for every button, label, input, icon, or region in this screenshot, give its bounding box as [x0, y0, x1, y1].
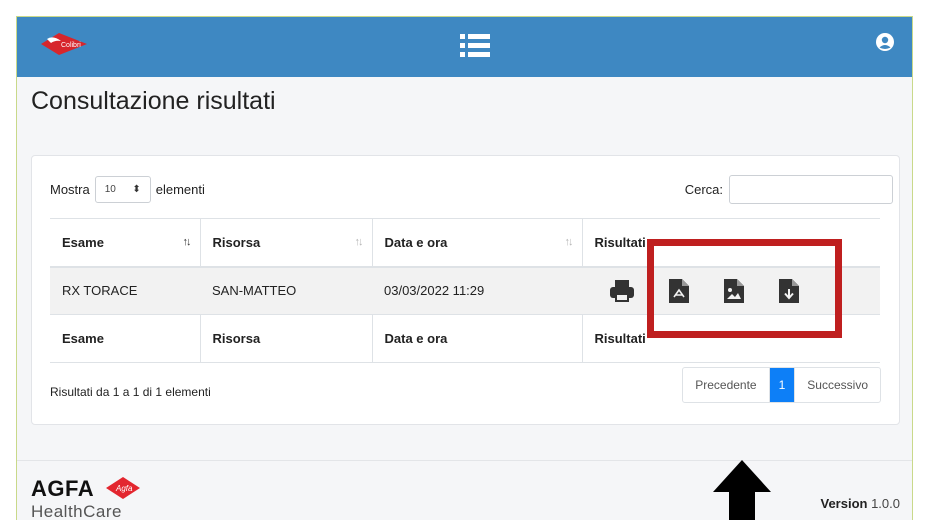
page-title: Consultazione risultati	[31, 87, 276, 115]
print-icon[interactable]	[609, 278, 635, 304]
user-circle-icon[interactable]	[876, 33, 894, 51]
results-card: Mostra 10 ⬍ elementi Cerca: Esame ↑↓ Ris…	[31, 155, 900, 425]
column-header-risorsa[interactable]: Risorsa ↑↓	[199, 218, 372, 268]
pagination-previous[interactable]: Precedente	[683, 368, 770, 402]
search-label: Cerca:	[684, 182, 723, 197]
pagination-page-1[interactable]: 1	[769, 368, 795, 402]
pagination-next[interactable]: Successivo	[794, 368, 880, 402]
footer-risorsa: Risorsa	[199, 314, 372, 363]
length-prefix: Mostra	[50, 182, 90, 197]
length-suffix: elementi	[155, 182, 205, 197]
app-window: Colibri Consultazione risultati Mostra 1…	[16, 16, 913, 520]
cell-data-ora: 03/03/2022 11:29	[372, 266, 582, 315]
select-arrows-icon: ⬍	[132, 184, 141, 195]
version-info: Version 1.0.0	[820, 496, 900, 511]
column-label: Esame	[62, 234, 104, 250]
logo-text: Colibri	[61, 42, 81, 49]
version-label: Version	[820, 496, 868, 511]
download-file-icon[interactable]	[778, 278, 800, 304]
sort-asc-icon: ↑↓	[182, 236, 192, 248]
column-header-data-ora[interactable]: Data e ora ↑↓	[371, 218, 582, 268]
length-control: Mostra 10 ⬍ elementi	[50, 176, 205, 203]
version-value: 1.0.0	[871, 496, 900, 511]
table-header-row: Esame ↑↓ Risorsa ↑↓ Data e ora ↑↓ Risult…	[50, 218, 880, 268]
pagination: Precedente 1 Successivo	[682, 367, 881, 403]
page-length-value: 10	[104, 184, 116, 195]
page-length-select[interactable]: 10 ⬍	[94, 176, 151, 203]
sort-icon: ↑↓	[564, 236, 574, 248]
column-label: Risultati	[594, 234, 646, 250]
search-control: Cerca:	[685, 175, 893, 204]
colibri-logo[interactable]: Colibri	[39, 27, 91, 61]
cell-risorsa: SAN-MATTEO	[200, 266, 372, 315]
column-header-risultati: Risultati	[581, 218, 880, 268]
agfa-brand: AGFA	[31, 476, 95, 501]
agfa-logo-icon: Agfa	[106, 477, 140, 499]
footer-divider	[17, 460, 912, 461]
cell-risultati	[582, 266, 880, 315]
sort-icon: ↑↓	[354, 236, 364, 248]
arrow-up-icon	[713, 460, 771, 520]
pdf-file-icon[interactable]	[668, 278, 690, 304]
cell-esame: RX TORACE	[50, 266, 200, 315]
footer-risultati: Risultati	[581, 314, 880, 363]
table-row: RX TORACE SAN-MATTEO 03/03/2022 11:29	[50, 266, 880, 315]
list-icon[interactable]	[458, 31, 492, 61]
results-table: Esame ↑↓ Risorsa ↑↓ Data e ora ↑↓ Risult…	[50, 218, 880, 363]
healthcare-label: HealthCare	[31, 502, 122, 520]
top-navbar: Colibri	[17, 17, 912, 77]
footer-esame: Esame	[50, 314, 200, 363]
column-label: Risorsa	[212, 234, 261, 250]
svg-text:Agfa: Agfa	[115, 484, 133, 493]
footer-data-ora: Data e ora	[371, 314, 582, 363]
table-info: Risultati da 1 a 1 di 1 elementi	[50, 385, 211, 399]
search-input[interactable]	[729, 175, 893, 204]
table-footer-row: Esame Risorsa Data e ora Risultati	[50, 314, 880, 363]
image-file-icon[interactable]	[723, 278, 745, 304]
column-header-esame[interactable]: Esame ↑↓	[50, 218, 200, 268]
column-label: Data e ora	[384, 234, 448, 250]
